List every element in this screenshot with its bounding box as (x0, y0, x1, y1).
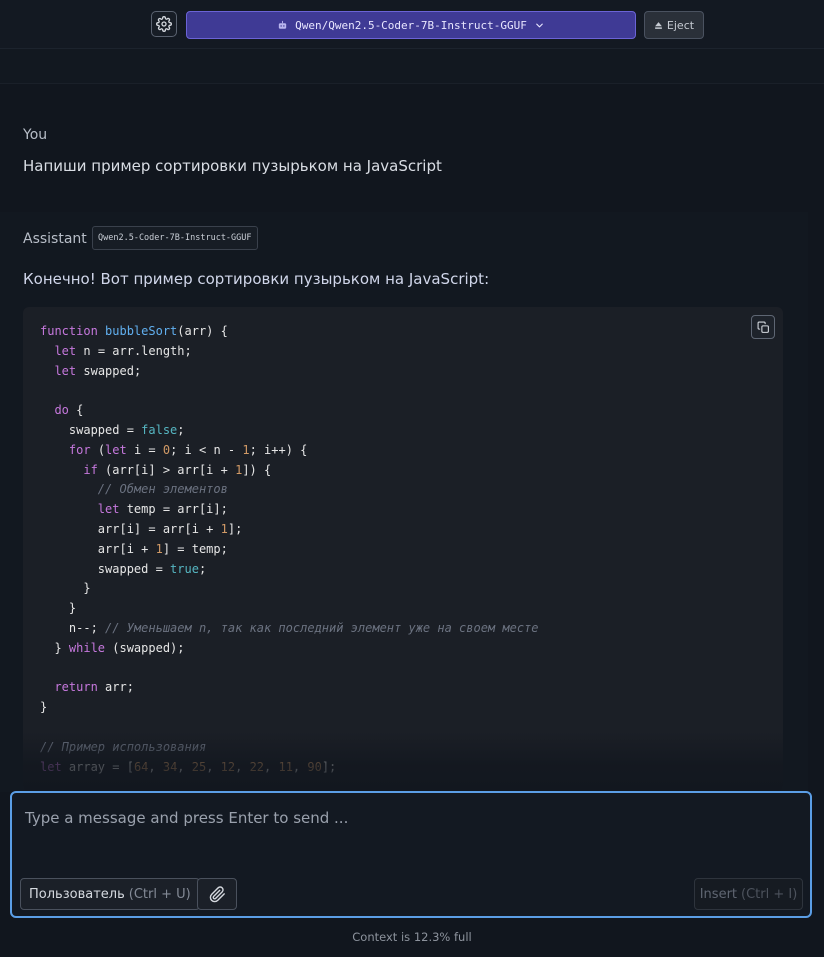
top-bar: Qwen/Qwen2.5-Coder-7B-Instruct-GGUF Ejec… (0, 0, 824, 49)
code-line: function bubbleSort(arr) { (40, 324, 228, 338)
user-role-label: You (23, 127, 48, 143)
code-line: } while (swapped); (40, 640, 185, 655)
context-usage-text: Context is 12.3% full (352, 930, 472, 944)
code-line: // Обмен элементов (97, 482, 228, 497)
code-line: arr[i + 1] = temp; (40, 541, 228, 556)
role-switch-button[interactable]: Пользователь (Ctrl + U) (20, 878, 200, 910)
code-line: } (40, 601, 77, 616)
code-line: } (40, 700, 48, 715)
code-line: n--; // Уменьшаем n, так как последний э… (40, 620, 539, 635)
insert-button[interactable]: Insert (Ctrl + I) (694, 878, 803, 910)
paperclip-icon (209, 885, 225, 902)
code-line: swapped = false; (40, 422, 185, 437)
code-line: } (40, 581, 91, 596)
code-content: function bubbleSort(arr) { let n = arr.l… (40, 322, 539, 777)
user-message-text: Напиши пример сортировки пузырьком на Ja… (23, 157, 442, 175)
assistant-role-label: Assistant (23, 231, 87, 247)
model-tag: Qwen2.5-Coder-7B-Instruct-GGUF (92, 226, 258, 250)
eject-icon (655, 21, 662, 29)
code-line: let n = arr.length; (54, 343, 192, 358)
copy-code-button[interactable] (751, 315, 775, 339)
code-line: if (arr[i] > arr[i + 1]) { (83, 462, 272, 477)
chevron-down-icon (536, 23, 543, 27)
assistant-message-text: Конечно! Вот пример сортировки пузырьком… (23, 270, 490, 288)
copy-icon (757, 321, 769, 333)
gear-icon (156, 16, 172, 32)
model-selector-button[interactable]: Qwen/Qwen2.5-Coder-7B-Instruct-GGUF (186, 11, 636, 39)
attach-file-button[interactable] (197, 878, 237, 910)
role-switch-label: Пользователь (29, 886, 125, 902)
model-name: Qwen/Qwen2.5-Coder-7B-Instruct-GGUF (295, 18, 527, 32)
code-line: for (let i = 0; i < n - 1; i++) { (68, 442, 308, 457)
message-input[interactable]: Type a message and press Enter to send .… (25, 809, 348, 827)
code-line: let temp = arr[i]; (97, 502, 228, 517)
robot-icon (278, 20, 287, 29)
eject-button[interactable]: Eject (644, 11, 704, 39)
code-line: swapped = true; (40, 561, 207, 576)
settings-button[interactable] (151, 11, 177, 37)
insert-shortcut: (Ctrl + I) (741, 886, 798, 902)
code-line: do { (54, 403, 84, 418)
message-composer[interactable]: Type a message and press Enter to send .… (10, 791, 812, 918)
eject-label: Eject (666, 18, 695, 32)
code-block: function bubbleSort(arr) { let n = arr.l… (23, 307, 783, 792)
sub-bar (0, 49, 824, 84)
role-switch-shortcut: (Ctrl + U) (128, 886, 191, 902)
insert-label: Insert (699, 886, 738, 902)
code-line: arr[i] = arr[i + 1]; (40, 521, 243, 536)
scroll-fade (23, 732, 783, 792)
code-line: return arr; (54, 680, 134, 695)
code-line: let swapped; (54, 363, 142, 378)
